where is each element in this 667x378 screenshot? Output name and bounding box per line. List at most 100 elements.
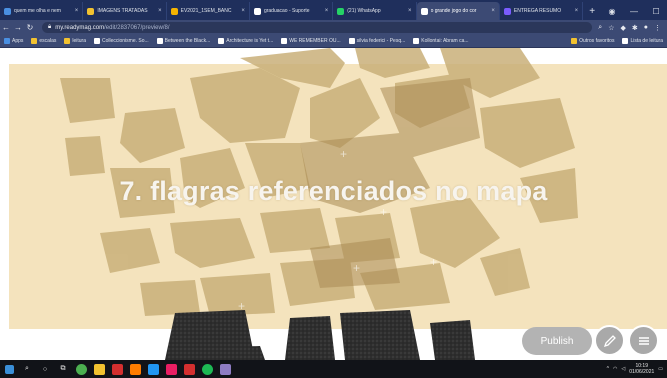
tab-label: EV2021_1SEM_BANC [180,8,232,14]
tab-favicon-icon [253,7,261,15]
bookmark-item[interactable]: WE REMEMBER OU... [277,38,344,44]
menu-button[interactable] [628,325,659,356]
tab-close-icon[interactable]: × [158,8,162,14]
maximize-icon[interactable]: ☐ [645,7,667,16]
bookmark-item[interactable]: leitura [60,38,90,44]
clock-date: 01/06/2021 [629,369,655,375]
forward-icon[interactable]: → [12,23,24,32]
new-tab-button[interactable]: + [583,2,601,20]
profile-icon[interactable]: ● [644,24,648,32]
bookmark-item[interactable]: Lista de leitura [618,38,667,44]
more-menu-icon[interactable]: ⋮ [654,24,661,32]
task-view-icon[interactable]: ⧉ [54,360,72,378]
windows-start-icon[interactable] [0,360,18,378]
bookmark-label: Apps [12,38,24,44]
bookmark-item[interactable]: Apps [0,38,27,44]
tab-label: (21) WhatsApp [347,8,381,14]
volume-icon[interactable]: ◁ [621,366,625,372]
svg-text:+: + [380,205,387,219]
bookmark-icon [218,38,225,44]
bookmark-label: escalas [39,38,57,44]
tab-label: o grande jogo do cor [430,8,477,14]
autocad-icon[interactable] [180,360,198,378]
window-controls: ◉ — ☐ [601,2,667,20]
paint-icon[interactable] [216,360,234,378]
tab-close-icon[interactable]: × [408,8,412,14]
chrome-taskbar-icon[interactable] [72,360,90,378]
tray-arrow-icon[interactable]: ^ [607,366,609,372]
svg-text:+: + [340,147,347,161]
system-tray: ^ ◠ ◁ 10:19 01/06/2021 ▭ [607,363,667,375]
edit-pencil-button[interactable] [594,325,625,356]
browser-tab[interactable]: graduacao - Suporte × [250,2,334,20]
bookmark-label: WE REMEMBER OU... [289,38,341,44]
bookmark-item[interactable]: Outros favoritos [567,38,618,44]
spotify-icon[interactable] [198,360,216,378]
bookmark-icon [64,38,71,44]
publish-button[interactable]: Publish [522,327,592,355]
file-explorer-icon[interactable] [90,360,108,378]
bookmark-icon [348,38,355,44]
bookmark-label: Lista de leitura [630,38,663,44]
zoom-icon[interactable]: ⌕ [598,24,602,32]
bookmark-label: Colleccionisme. So... [101,38,149,44]
toolbar-icons: ⌕ ☆ ◆ ✱ ● ⋮ [592,24,667,32]
browser-tab[interactable]: EV2021_1SEM_BANC × [167,2,250,20]
photoshop-icon[interactable] [144,360,162,378]
bookmark-icon [413,38,420,44]
tab-close-icon[interactable]: × [325,8,329,14]
tab-label: graduacao - Suporte [263,8,310,14]
tab-search-icon[interactable]: ◉ [601,7,623,16]
url-host: my.readymag.com [55,24,105,31]
tab-close-icon[interactable]: × [241,8,245,14]
star-icon[interactable]: ☆ [608,24,614,32]
clock[interactable]: 10:19 01/06/2021 [629,363,654,375]
tab-favicon-icon [503,7,511,15]
acrobat-icon[interactable] [108,360,126,378]
search-icon[interactable]: ⌕ [18,360,36,378]
cortana-icon[interactable]: ○ [36,360,54,378]
bookmark-icon [156,38,163,44]
page-content: + + + + + 7. flagras referenciados no ma… [0,48,667,360]
back-icon[interactable]: ← [0,23,12,32]
bookmark-icon [622,38,629,44]
tab-close-icon[interactable]: × [75,8,79,14]
browser-tab[interactable]: IMAGENS TRATADAS × [83,2,167,20]
tab-close-icon[interactable]: × [575,8,579,14]
bookmarks-bar: Apps escalas leitura Colleccionisme. So... B… [0,35,667,48]
tab-label: quem me olha e nem [14,8,61,14]
tab-favicon-icon [420,7,428,15]
network-icon[interactable]: ◠ [613,366,617,372]
tab-favicon-icon [170,7,178,15]
puzzle-icon[interactable]: ✱ [632,24,638,32]
bookmark-item[interactable]: Kollontai: Abram ca... [409,38,472,44]
bookmark-label: Outros favoritos [579,38,615,44]
bookmark-item[interactable]: Architecture is Yet t... [214,38,277,44]
browser-tab[interactable]: quem me olha e nem × [0,2,84,20]
tab-close-icon[interactable]: × [491,8,495,14]
browser-tab[interactable]: ENTREGA RESUMO × [500,2,584,20]
bookmark-icon [4,38,10,44]
url-input[interactable]: 🔒︎ my.readymag.com/edit/2837067/preview/… [42,22,593,33]
svg-text:+: + [238,299,245,313]
browser-tab[interactable]: (21) WhatsApp × [333,2,417,20]
bookmark-label: Architecture is Yet t... [226,38,274,44]
minimize-icon[interactable]: — [623,7,645,16]
bookmark-item[interactable]: Colleccionisme. So... [90,38,153,44]
bookmark-label: silvia federici - Pesq... [356,38,406,44]
bookmark-label: leitura [72,38,86,44]
bookmark-icon [31,38,38,44]
indesign-icon[interactable] [162,360,180,378]
browser-tab[interactable]: o grande jogo do cor × [416,2,500,20]
svg-text:+: + [430,255,437,269]
pencil-icon [603,334,616,347]
bookmark-item[interactable]: silvia federici - Pesq... [345,38,410,44]
extension-icon[interactable]: ◆ [621,24,626,32]
bookmarks-right: Outros favoritos Lista de leitura [567,38,667,44]
bookmark-item[interactable]: escalas [27,38,60,44]
bookmark-item[interactable]: Between the Black... [153,38,215,44]
notifications-icon[interactable]: ▭ [658,366,663,372]
illustrator-icon[interactable] [126,360,144,378]
reload-icon[interactable]: ↻ [24,23,36,32]
bookmark-icon [281,38,288,44]
